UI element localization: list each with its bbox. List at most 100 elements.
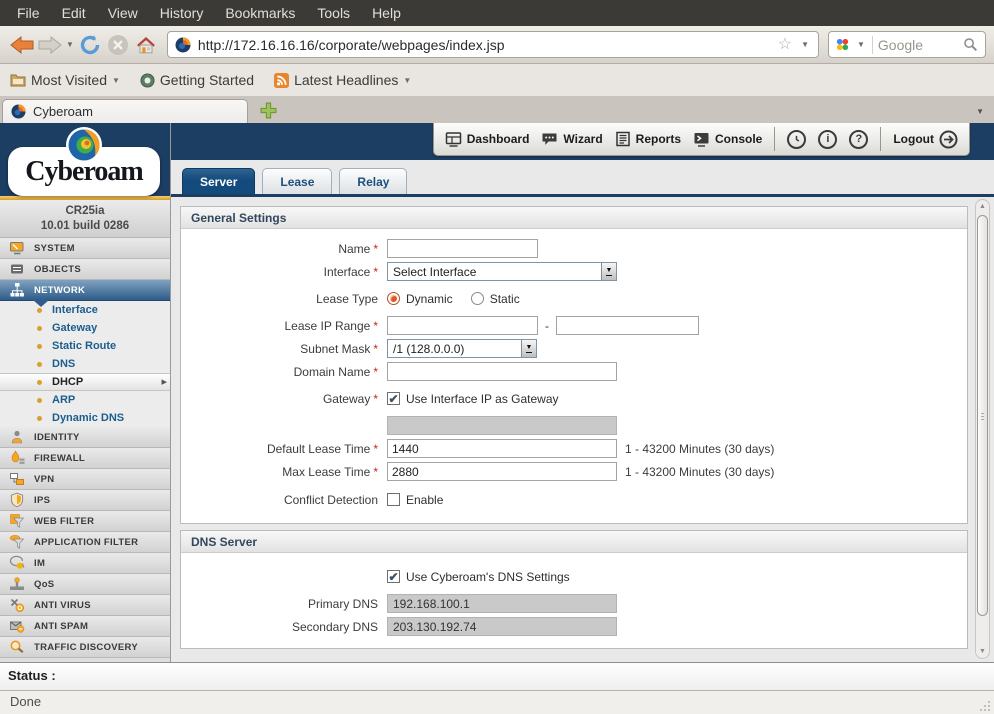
submenu-dynamic-dns[interactable]: Dynamic DNS bbox=[0, 409, 170, 427]
resize-grip-icon[interactable] bbox=[979, 700, 991, 712]
uptime-clock-icon[interactable] bbox=[787, 130, 806, 149]
row-name: Name* bbox=[181, 239, 967, 258]
search-engine-icon bbox=[835, 37, 850, 52]
ips-shield-icon bbox=[9, 492, 25, 508]
new-tab-button[interactable] bbox=[260, 102, 277, 119]
sidebar-item-system[interactable]: SYSTEM bbox=[0, 238, 170, 259]
lease-range-start-input[interactable] bbox=[387, 316, 538, 335]
search-icon[interactable] bbox=[963, 37, 978, 52]
domain-name-input[interactable] bbox=[387, 362, 617, 381]
sidebar-item-firewall[interactable]: FIREWALL bbox=[0, 448, 170, 469]
anti-spam-icon bbox=[9, 618, 25, 634]
submenu-gateway[interactable]: Gateway bbox=[0, 319, 170, 337]
sidebar-item-anti-spam[interactable]: ANTI SPAM bbox=[0, 616, 170, 637]
menu-help[interactable]: Help bbox=[361, 1, 412, 25]
search-input[interactable] bbox=[878, 37, 958, 53]
submenu-arrow-icon: ▸ bbox=[161, 377, 167, 388]
tab-server[interactable]: Server bbox=[182, 168, 255, 194]
lease-range-end-input[interactable] bbox=[556, 316, 699, 335]
stop-button[interactable] bbox=[104, 30, 132, 60]
content-scrollbar[interactable]: ▲ ▼ bbox=[975, 199, 990, 659]
submenu-interface[interactable]: Interface bbox=[0, 301, 170, 319]
bullet-icon bbox=[37, 380, 42, 385]
max-lease-input[interactable] bbox=[387, 462, 617, 481]
selected-pointer bbox=[33, 300, 49, 307]
list-all-tabs-button[interactable]: ▼ bbox=[976, 107, 984, 116]
forward-button[interactable] bbox=[36, 30, 64, 60]
sidebar-item-web-filter[interactable]: WEB FILTER bbox=[0, 511, 170, 532]
wizard-icon bbox=[541, 131, 558, 147]
system-icon bbox=[9, 240, 25, 256]
address-input[interactable] bbox=[198, 37, 771, 53]
topnav-dashboard[interactable]: Dashboard bbox=[445, 131, 530, 148]
most-visited-dropdown[interactable]: ▼ bbox=[112, 76, 120, 85]
submenu-static-route[interactable]: Static Route bbox=[0, 337, 170, 355]
sidebar-item-objects[interactable]: OBJECTS bbox=[0, 259, 170, 280]
section-header: DNS Server bbox=[181, 531, 967, 553]
section-header: General Settings bbox=[181, 207, 967, 229]
topnav-wizard[interactable]: Wizard bbox=[541, 131, 602, 147]
menu-file[interactable]: File bbox=[6, 1, 51, 25]
tab-relay[interactable]: Relay bbox=[339, 168, 407, 194]
select-dropdown-icon[interactable]: ▼ bbox=[521, 340, 536, 357]
sidebar-item-identity[interactable]: IDENTITY bbox=[0, 427, 170, 448]
appliance-model: CR25ia bbox=[0, 204, 170, 219]
vpn-icon bbox=[9, 471, 25, 487]
use-interface-ip-checkbox[interactable]: ✔ bbox=[387, 392, 400, 405]
sidebar-item-anti-virus[interactable]: ANTI VIRUS bbox=[0, 595, 170, 616]
general-settings-box: General Settings Name* Interface* Select… bbox=[180, 206, 968, 524]
sidebar-item-qos[interactable]: QoS bbox=[0, 574, 170, 595]
reload-button[interactable] bbox=[76, 30, 104, 60]
menu-bookmarks[interactable]: Bookmarks bbox=[214, 1, 306, 25]
sidebar-item-vpn[interactable]: VPN bbox=[0, 469, 170, 490]
topnav-reports[interactable]: Reports bbox=[615, 131, 681, 147]
bookmark-getting-started[interactable]: Getting Started bbox=[140, 72, 254, 88]
sidebar-item-application-filter[interactable]: APPLICATION FILTER bbox=[0, 532, 170, 553]
interface-select[interactable]: Select Interface ▼ bbox=[387, 262, 617, 281]
lease-type-dynamic-radio[interactable] bbox=[387, 292, 400, 305]
bookmark-latest-headlines[interactable]: Latest Headlines ▼ bbox=[274, 72, 411, 88]
row-subnet-mask: Subnet Mask* /1 (128.0.0.0) ▼ bbox=[181, 339, 967, 358]
name-input[interactable] bbox=[387, 239, 538, 258]
info-icon[interactable]: i bbox=[818, 130, 837, 149]
home-button[interactable] bbox=[132, 30, 160, 60]
scroll-up-icon[interactable]: ▲ bbox=[977, 203, 988, 210]
default-lease-input[interactable] bbox=[387, 439, 617, 458]
identity-icon bbox=[9, 429, 25, 445]
app-topnav: Dashboard Wizard Reports Console i ? Log… bbox=[433, 123, 970, 156]
bookmark-star-icon[interactable]: ☆ bbox=[778, 37, 792, 53]
search-engine-dropdown[interactable]: ▼ bbox=[855, 40, 867, 49]
subnet-mask-select[interactable]: /1 (128.0.0.0) ▼ bbox=[387, 339, 537, 358]
url-bar[interactable]: ☆ ▼ bbox=[167, 31, 819, 58]
scrollbar-thumb[interactable] bbox=[977, 215, 988, 616]
menu-history[interactable]: History bbox=[149, 1, 215, 25]
help-icon[interactable]: ? bbox=[849, 130, 868, 149]
submenu-dhcp[interactable]: DHCP▸ bbox=[0, 373, 170, 391]
tab-lease[interactable]: Lease bbox=[262, 168, 332, 194]
url-history-dropdown[interactable]: ▼ bbox=[799, 40, 811, 49]
sidebar-item-traffic-discovery[interactable]: TRAFFIC DISCOVERY bbox=[0, 637, 170, 658]
latest-headlines-dropdown[interactable]: ▼ bbox=[403, 76, 411, 85]
menu-view[interactable]: View bbox=[97, 1, 149, 25]
sidebar-item-network[interactable]: NETWORK bbox=[0, 280, 170, 301]
menu-tools[interactable]: Tools bbox=[306, 1, 361, 25]
select-dropdown-icon[interactable]: ▼ bbox=[601, 263, 616, 280]
back-forward-dropdown[interactable]: ▼ bbox=[64, 40, 76, 49]
sidebar-item-im[interactable]: IM bbox=[0, 553, 170, 574]
logout-button[interactable]: Logout bbox=[893, 130, 958, 149]
scroll-down-icon[interactable]: ▼ bbox=[977, 648, 988, 655]
menu-edit[interactable]: Edit bbox=[51, 1, 97, 25]
sidebar-item-ips[interactable]: IPS bbox=[0, 490, 170, 511]
conflict-detection-checkbox[interactable] bbox=[387, 493, 400, 506]
topnav-console[interactable]: Console bbox=[693, 131, 762, 147]
search-bar[interactable]: ▼ bbox=[828, 31, 986, 58]
bookmark-most-visited[interactable]: Most Visited ▼ bbox=[10, 72, 120, 88]
submenu-arp[interactable]: ARP bbox=[0, 391, 170, 409]
browser-tab-cyberoam[interactable]: Cyberoam bbox=[2, 99, 248, 123]
use-cyberoam-dns-checkbox[interactable]: ✔ bbox=[387, 570, 400, 583]
submenu-dns[interactable]: DNS bbox=[0, 355, 170, 373]
dhcp-tabstrip: Server Lease Relay bbox=[171, 160, 994, 194]
home-icon bbox=[136, 35, 156, 54]
lease-type-static-radio[interactable] bbox=[471, 292, 484, 305]
back-button[interactable] bbox=[8, 30, 36, 60]
